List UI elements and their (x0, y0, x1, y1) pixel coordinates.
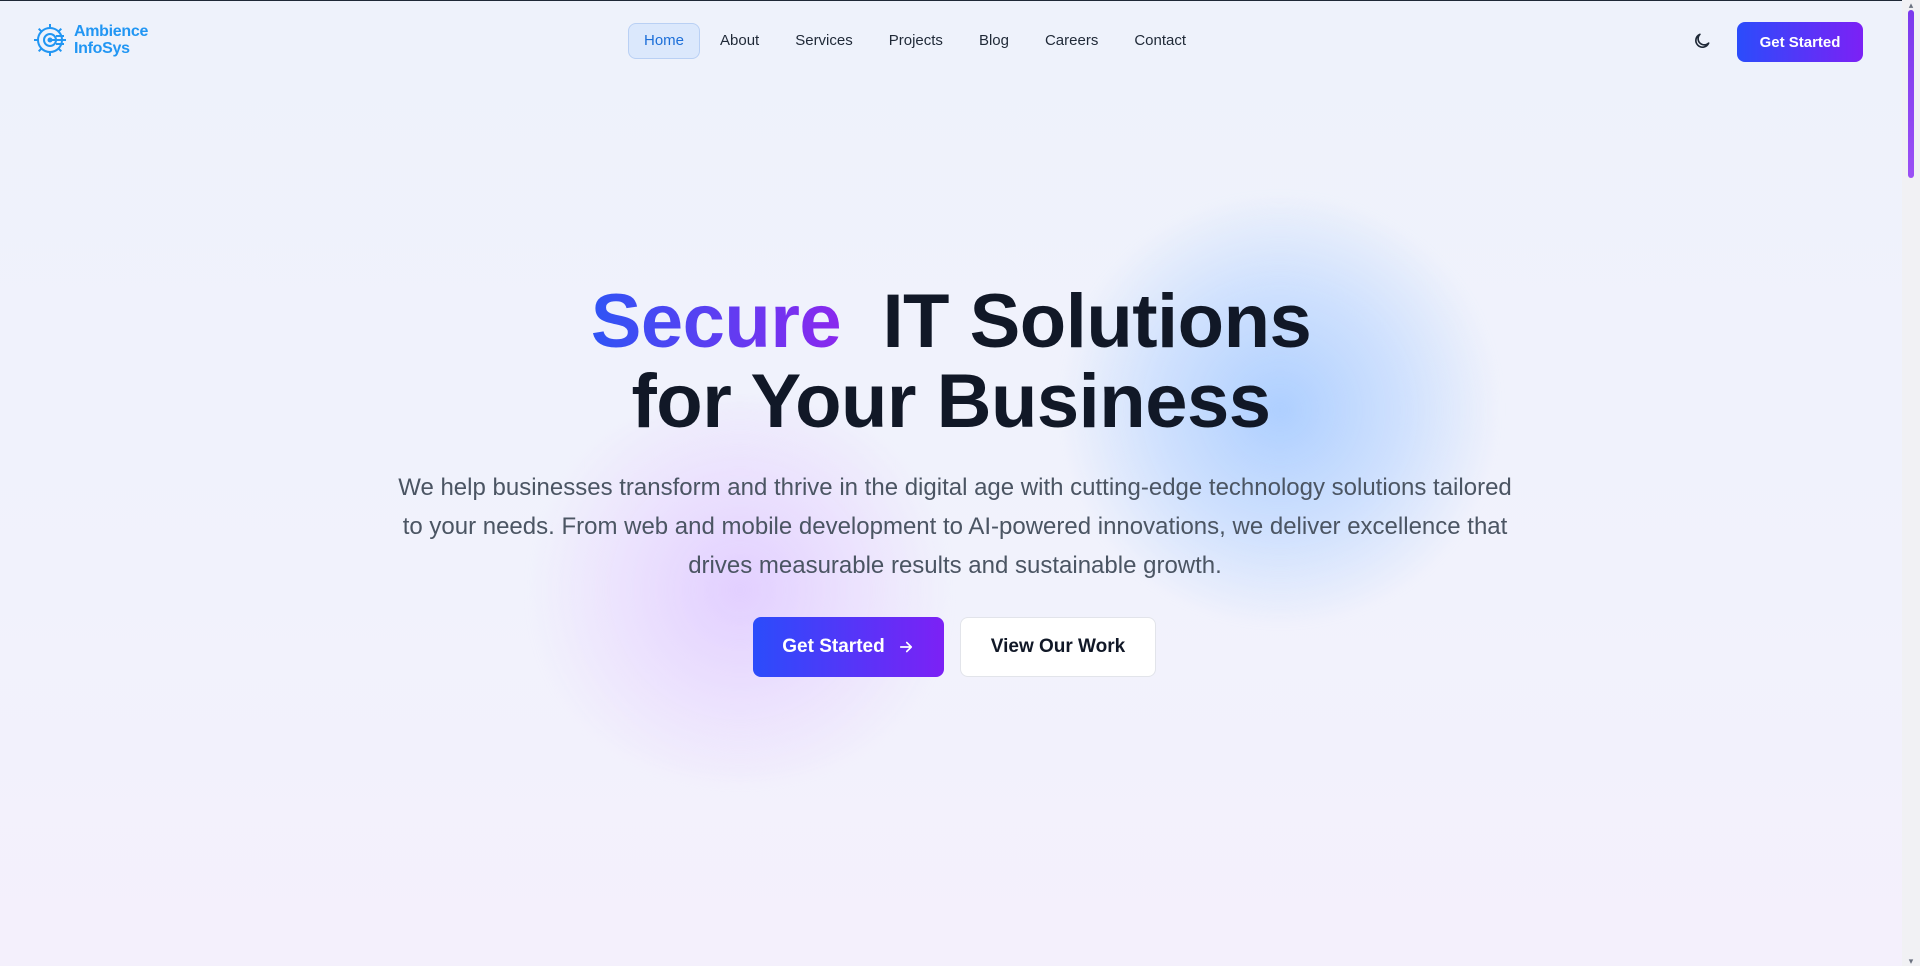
hero-get-started-button[interactable]: Get Started (753, 617, 944, 677)
site-header: Ambience InfoSys Home About Services Pro… (0, 1, 1902, 81)
nav-item-blog[interactable]: Blog (963, 23, 1025, 59)
nav-item-about[interactable]: About (704, 23, 775, 59)
arrow-right-icon (899, 641, 912, 653)
hero-title-rest: IT Solutions (882, 279, 1312, 364)
scroll-down-arrow-icon[interactable]: ▾ (1906, 956, 1916, 966)
nav-item-careers[interactable]: Careers (1029, 23, 1114, 59)
brand-logo[interactable]: Ambience InfoSys (30, 19, 148, 61)
header-get-started-button[interactable]: Get Started (1737, 22, 1863, 62)
moon-icon (1695, 33, 1710, 48)
view-our-work-button[interactable]: View Our Work (960, 617, 1156, 677)
theme-toggle-button[interactable] (1690, 29, 1714, 53)
page-scrollbar[interactable]: ▴ ▾ (1902, 0, 1920, 966)
brand-name-line2: InfoSys (74, 40, 130, 57)
hero-title-highlight: Secure (590, 279, 842, 364)
scrollbar-thumb[interactable] (1908, 10, 1914, 178)
hero-get-started-label: Get Started (782, 636, 885, 657)
nav-item-projects[interactable]: Projects (873, 23, 959, 59)
nav-item-home[interactable]: Home (628, 23, 701, 59)
hero-subtitle: We help businesses transform and thrive … (398, 474, 1512, 579)
brand-name: Ambience InfoSys (74, 23, 148, 57)
nav-item-services[interactable]: Services (779, 23, 869, 59)
hero-title: Secure IT Solutions for Your Business (0, 282, 1902, 442)
decorative-purple-glow (520, 400, 960, 780)
nav-item-contact[interactable]: Contact (1118, 23, 1202, 59)
hero-title-line2: for Your Business (631, 359, 1271, 444)
main-nav: Home About Services Projects Blog Career… (628, 23, 1202, 59)
brand-name-line1: Ambience (74, 23, 149, 40)
gear-circuit-icon (34, 24, 66, 56)
scroll-up-arrow-icon[interactable]: ▴ (1906, 0, 1916, 10)
